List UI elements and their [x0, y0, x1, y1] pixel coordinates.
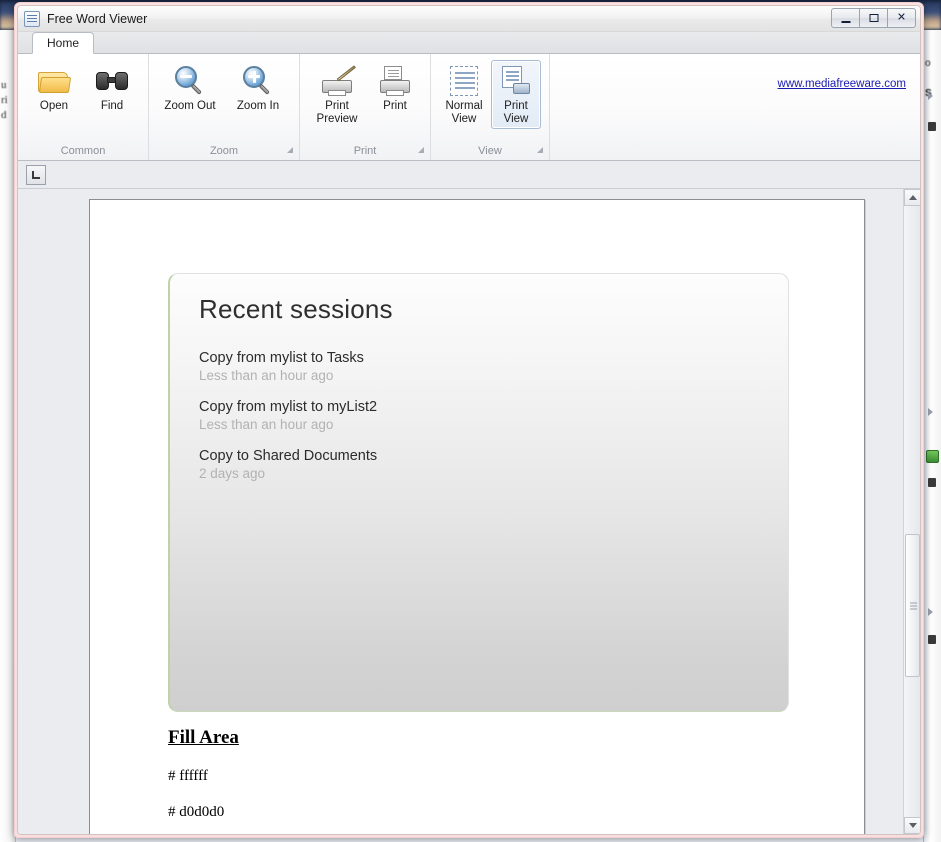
document-scroll-region[interactable]: Recent sessions Copy from mylist to Task… — [18, 189, 903, 834]
scrollbar-thumb[interactable] — [905, 534, 920, 677]
ribbon-group-zoom-text: Zoom — [209, 145, 239, 157]
ribbon-group-items: Open Find — [18, 54, 148, 142]
ruler-bar — [18, 161, 920, 189]
left-tab-stop-icon[interactable] — [26, 164, 46, 185]
background-window-right: o S — [923, 30, 941, 842]
ribbon-group-common: Open Find Common — [18, 54, 149, 160]
normal-view-icon — [450, 64, 478, 98]
open-button-label: Open — [39, 100, 69, 112]
background-right-pin — [928, 635, 936, 644]
print-preview-icon — [320, 64, 356, 98]
ribbon-group-zoom: Zoom Out Zoom In Zoom — [149, 54, 300, 160]
session-time: Less than an hour ago — [199, 417, 334, 432]
binoculars-icon — [95, 64, 129, 98]
close-button[interactable]: ✕ — [887, 8, 916, 28]
open-folder-icon — [38, 64, 72, 98]
doc-line-fill-color-1: # ffffff — [168, 768, 208, 784]
recent-sessions-title: Recent sessions — [199, 294, 393, 324]
mediafreeware-link[interactable]: www.mediafreeware.com — [778, 78, 906, 90]
window-inner: Free Word Viewer ✕ Home Open Find Common… — [17, 5, 921, 835]
ribbon-group-print: Print Preview Print Print — [300, 54, 431, 160]
background-right-fragment: o — [925, 58, 931, 69]
document-app-icon — [24, 10, 40, 27]
ribbon: Open Find Common Zoom Out Zoom In Zoom P… — [18, 54, 920, 161]
fill-area-heading: Fill Area — [168, 727, 239, 748]
zoom-out-button-label: Zoom Out — [164, 100, 216, 112]
ribbon-group-label-view: View — [431, 142, 549, 160]
scroll-down-icon[interactable] — [904, 817, 920, 834]
background-right-arrow — [928, 608, 933, 616]
vertical-scrollbar[interactable] — [903, 189, 920, 834]
print-preview-button[interactable]: Print Preview — [308, 60, 366, 129]
tab-home[interactable]: Home — [32, 32, 94, 54]
window-controls: ✕ — [831, 8, 916, 28]
background-right-icon — [926, 450, 939, 463]
doc-line-fill-color-2: # d0d0d0 — [168, 804, 225, 820]
recent-sessions-panel: Recent sessions Copy from mylist to Task… — [168, 273, 789, 712]
background-right-arrow — [928, 408, 933, 416]
minimize-button[interactable] — [831, 8, 860, 28]
document-page: Recent sessions Copy from mylist to Task… — [89, 199, 865, 834]
ribbon-group-label-zoom: Zoom — [149, 142, 299, 160]
scrollbar-grip-icon — [910, 602, 917, 609]
print-view-button-label: Print View — [503, 100, 529, 125]
document-area: Recent sessions Copy from mylist to Task… — [18, 189, 920, 834]
ribbon-group-view-text: View — [478, 145, 502, 157]
zoom-in-button-label: Zoom In — [236, 100, 280, 112]
scroll-up-arrow — [908, 195, 917, 200]
list-item: Copy from mylist to Tasks Less than an h… — [199, 349, 788, 384]
zoom-out-button[interactable]: Zoom Out — [157, 60, 223, 116]
background-right-pin — [928, 122, 936, 131]
print-view-icon — [502, 64, 530, 98]
tab-stop-mark — [32, 170, 40, 179]
session-name: Copy from mylist to myList2 — [199, 399, 378, 415]
find-button[interactable]: Find — [84, 60, 140, 116]
find-button-label: Find — [100, 100, 124, 112]
ribbon-tab-strip: Home — [18, 32, 920, 54]
print-preview-button-label: Print Preview — [316, 100, 358, 125]
background-right-arrow — [928, 92, 933, 100]
zoom-out-icon — [175, 64, 205, 98]
ribbon-group-items: Normal View Print View — [431, 54, 549, 142]
scroll-down-arrow — [908, 823, 917, 828]
ribbon-group-view: Normal View Print View View — [431, 54, 550, 160]
normal-view-button-label: Normal View — [445, 100, 483, 125]
list-item: Copy from mylist to myList2 Less than an… — [199, 398, 788, 433]
print-view-button[interactable]: Print View — [491, 60, 541, 129]
minimize-icon — [841, 21, 850, 23]
list-item: Copy to Shared Documents 2 days ago — [199, 447, 788, 482]
zoom-dialog-launcher-icon[interactable] — [287, 147, 293, 153]
ribbon-group-label-common: Common — [60, 145, 106, 157]
print-button[interactable]: Print — [368, 60, 422, 116]
view-dialog-launcher-icon[interactable] — [537, 147, 543, 153]
ribbon-group-items: Zoom Out Zoom In — [149, 54, 299, 142]
zoom-in-icon — [243, 64, 273, 98]
document-body: Fill Area # ffffff # d0d0d0 Borders: — [168, 727, 728, 834]
background-left-text: u ri d — [1, 79, 8, 121]
session-name: Copy to Shared Documents — [199, 448, 378, 464]
session-time: 2 days ago — [199, 466, 266, 481]
ribbon-group-label-print: Print — [300, 142, 430, 160]
title-bar: Free Word Viewer ✕ — [18, 6, 920, 32]
session-name: Copy from mylist to Tasks — [199, 350, 364, 366]
print-button-label: Print — [383, 100, 407, 112]
maximize-button[interactable] — [859, 8, 888, 28]
application-window: Free Word Viewer ✕ Home Open Find Common… — [14, 2, 924, 838]
printer-icon — [378, 64, 412, 98]
open-button[interactable]: Open — [26, 60, 82, 116]
ribbon-group-items: Print Preview Print — [300, 54, 430, 142]
ribbon-group-print-text: Print — [353, 145, 377, 157]
close-icon: ✕ — [896, 11, 907, 24]
recent-sessions-list: Copy from mylist to Tasks Less than an h… — [199, 349, 788, 482]
zoom-in-button[interactable]: Zoom In — [225, 60, 291, 116]
fill-area-heading-wrap: Fill Area — [168, 727, 728, 768]
window-title: Free Word Viewer — [47, 11, 148, 26]
scroll-up-icon[interactable] — [904, 189, 920, 206]
session-time: Less than an hour ago — [199, 368, 334, 383]
print-dialog-launcher-icon[interactable] — [418, 147, 424, 153]
tab-home-label: Home — [46, 36, 79, 50]
normal-view-button[interactable]: Normal View — [439, 60, 489, 129]
background-right-pin — [928, 478, 936, 487]
maximize-icon — [869, 14, 878, 22]
